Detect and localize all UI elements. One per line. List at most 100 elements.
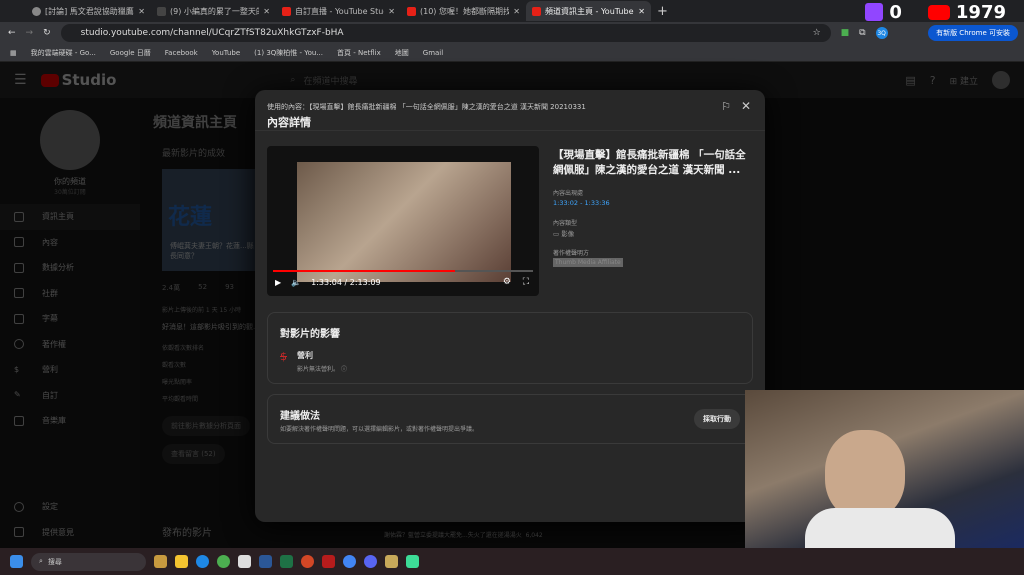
close-icon[interactable]: ✕ [741,99,751,113]
settings-icon[interactable]: ⚙ [503,277,511,287]
type-label: 內容類型 [553,220,578,227]
type-value: ▭ 影像 [553,228,574,238]
threads-icon [157,6,166,16]
youtube-icon [927,4,950,20]
progress-fill [273,270,455,272]
store-icon[interactable] [238,555,251,568]
search-label: 搜尋 [47,557,62,566]
tab-title: 頻道資訊主頁 - YouTube Studio [545,6,634,16]
search-icon: ⌕ [39,557,43,565]
bookmarks-bar: ▦ 我的雲端硬碟 - Go... Google 日曆 Facebook YouT… [0,44,1024,62]
taskbar: ⌕ 搜尋 [0,548,1024,575]
close-icon[interactable]: ✕ [138,7,145,16]
close-icon[interactable]: ✕ [388,7,395,16]
suggestion-card: 建議做法 如要解決著作權聲明問題，可以選擇編輯影片，或對著作權聲明提出爭議。 採… [267,394,753,444]
tab-title: [討論] 馬文君說協助獵鷹的外... [45,6,134,16]
discord-icon[interactable] [364,555,377,568]
webcam-overlay [745,390,1024,548]
apps-icon[interactable]: ▦ [10,49,17,57]
twitch-icon [865,3,884,21]
appears-label: 內容出現處 [553,190,584,197]
volume-icon[interactable]: 🔈 [291,278,301,287]
divider [255,130,765,131]
chrome-icon[interactable] [217,555,230,568]
close-icon[interactable]: ✕ [263,7,270,16]
bookmark[interactable]: YouTube [212,49,240,57]
windows-start-icon[interactable] [10,555,23,568]
back-icon[interactable]: ← [8,28,16,38]
address-bar-row: ← → ↻ studio.youtube.com/channel/UCqrZTfST… [0,22,1024,44]
update-chrome-button[interactable]: 有新版 Chrome 可安裝 [928,25,1018,41]
close-icon[interactable]: ✕ [638,7,645,16]
play-icon[interactable]: ▶ [275,278,281,287]
report-flag-icon[interactable]: ⚐ [721,100,731,113]
claimant-value: Thumb Media Affiliate [553,258,623,267]
impact-title: 對影片的影響 [280,329,340,340]
url-text: studio.youtube.com/channel/UCqrZTfST82uX… [80,28,344,38]
info-icon[interactable]: ⓘ [341,366,347,373]
youtube-count: 1979 [955,1,1006,23]
impact-card: 對影片的影響 $ 營利 影片無法營利。 ⓘ [267,312,753,384]
browser-tab[interactable]: (9) 小編真的累了一整天的3Q... ✕ [151,1,276,21]
taskbar-search[interactable]: ⌕ 搜尋 [31,552,146,571]
bookmark[interactable]: Facebook [165,49,198,57]
copilot-icon[interactable] [154,555,167,568]
content-details-dialog: 使用的內容：【現場直擊】館長痛批新疆棉 「一句話全網佩服」陳之漢的愛台之道 漢天… [255,90,765,522]
bookmark[interactable]: 地圖 [395,48,409,58]
edge-icon[interactable] [196,555,209,568]
streamer-face [825,430,905,520]
powerpoint-icon[interactable] [301,555,314,568]
video-camera-icon: ▭ [553,230,562,238]
close-icon[interactable]: ✕ [513,7,520,16]
reload-icon[interactable]: ↻ [43,28,51,38]
type-text: 影像 [561,230,575,238]
browser-tab[interactable]: 自訂直播 - YouTube Studio ✕ [276,1,401,21]
player-time: 1:33:04 / 2:13:09 [311,278,381,287]
claimant-label: 著作權聲明方 [553,250,590,257]
tab-title: (10) 您喔！她都斷隔期找到接... [420,6,510,16]
twitch-count: 0 [889,1,902,23]
youtube-icon [532,6,541,16]
new-tab-button[interactable]: + [657,4,668,19]
tab-title: (9) 小編真的累了一整天的3Q... [170,6,259,16]
dialog-title: 內容詳情 [267,116,311,129]
profile-avatar[interactable]: 3Q [875,27,888,39]
word-icon[interactable] [259,555,272,568]
take-action-button[interactable]: 採取行動 [694,409,740,429]
extensions-icon[interactable]: ⧉ [859,28,865,38]
suggestion-title: 建議做法 [280,411,320,422]
bookmark[interactable]: 我的雲端硬碟 - Go... [31,48,96,58]
stream-counters: 0 1979 [865,0,1024,24]
youtube-icon [282,6,291,16]
used-content: 使用的內容：【現場直擊】館長痛批新疆棉 「一句話全網佩服」陳之漢的愛台之道 漢天… [267,103,586,111]
video-player[interactable]: ▶ 🔈 1:33:04 / 2:13:09 ⚙ ⛶ [267,146,539,296]
impact-desc: 影片無法營利。 [297,366,340,373]
suggestion-desc: 如要解決著作權聲明問題，可以選擇編輯影片，或對著作權聲明提出爭議。 [280,426,479,433]
bookmark[interactable]: Google 日曆 [110,48,151,58]
streamer-shirt [805,508,955,548]
tab-title: 自訂直播 - YouTube Studio [295,6,384,16]
appears-timestamp-link[interactable]: 1:33:02 - 1:33:36 [553,199,610,207]
star-icon[interactable]: ☆ [813,28,821,38]
video-frame [297,162,511,282]
url-input[interactable]: studio.youtube.com/channel/UCqrZTfST82uX… [60,24,831,42]
app-icon[interactable] [385,555,398,568]
bookmark[interactable]: 首頁 - Netflix [337,48,381,58]
app-icon[interactable] [406,555,419,568]
forward-icon[interactable]: → [26,28,34,38]
browser-tab[interactable]: [討論] 馬文君說協助獵鷹的外... ✕ [26,1,151,21]
video-title: 【現場直擊】館長痛批新疆棉 「一句話全網佩服」陳之漢的愛台之道 漢天新聞 ... [553,149,746,176]
browser-tab[interactable]: (10) 您喔！她都斷隔期找到接...✕ [401,1,526,21]
bookmark[interactable]: Gmail [423,49,443,57]
browser-tab-active[interactable]: 頻道資訊主頁 - YouTube Studio ✕ [526,1,651,21]
file-explorer-icon[interactable] [175,555,188,568]
app-icon[interactable] [322,555,335,568]
bookmark[interactable]: (1) 3Q陳柏惟 - You... [254,48,323,58]
fullscreen-icon[interactable]: ⛶ [523,277,529,287]
excel-icon[interactable] [280,555,293,568]
progress-track[interactable] [273,270,533,272]
extension-icon[interactable]: ■ [841,28,850,38]
globe-icon [32,6,41,16]
chrome-profile-icon[interactable] [343,555,356,568]
impact-item: 營利 [297,351,313,360]
